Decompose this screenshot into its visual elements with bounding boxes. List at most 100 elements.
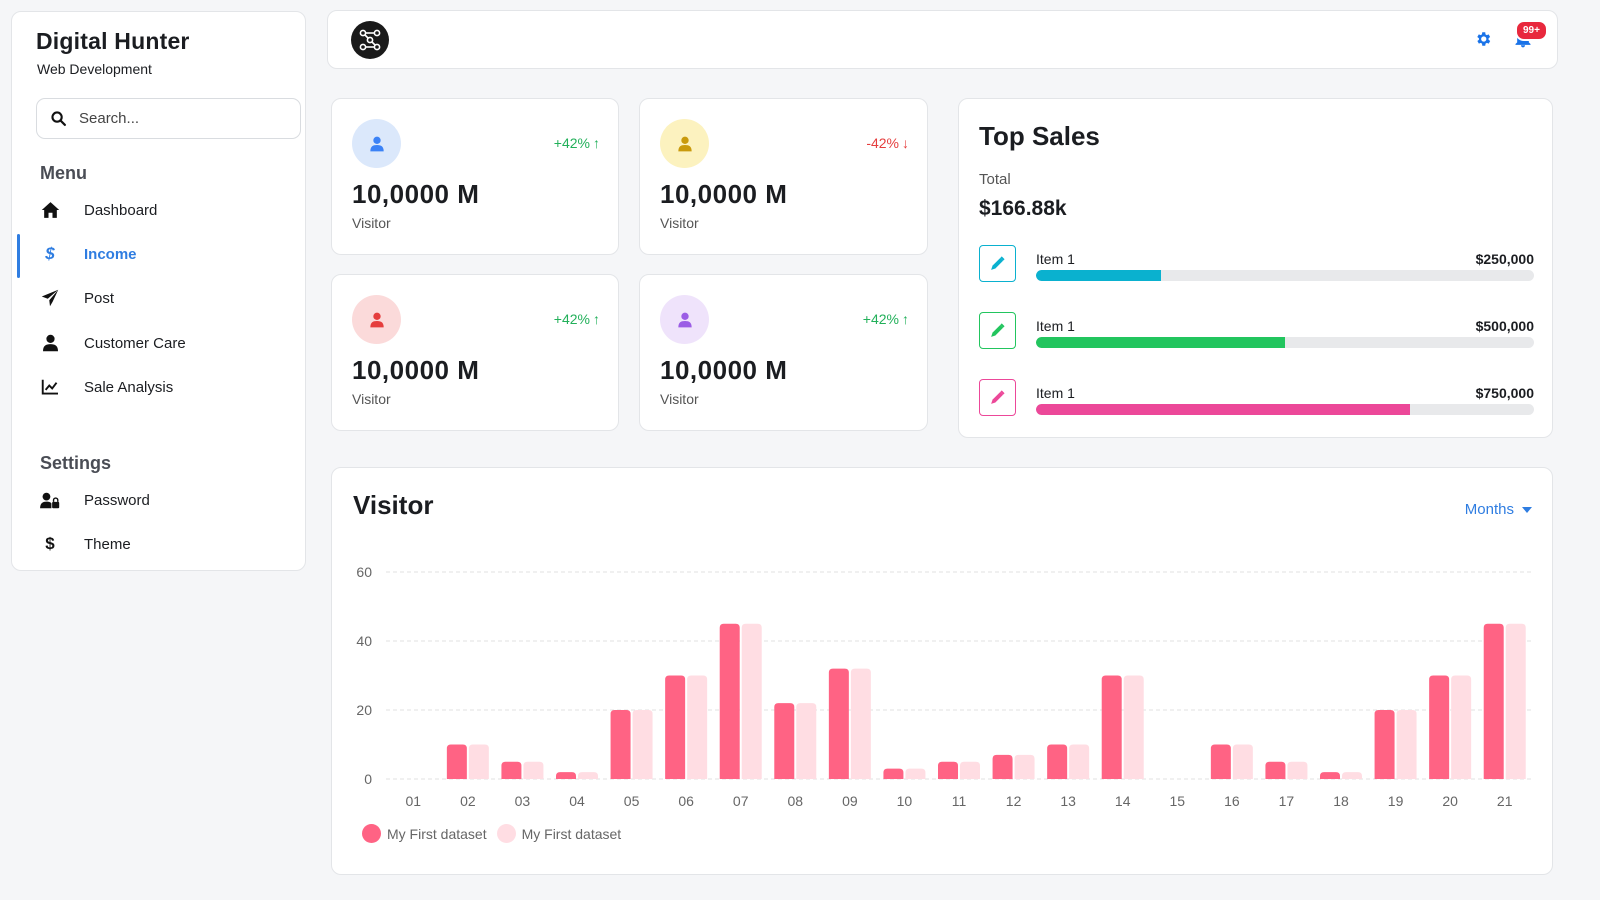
sidebar-item-sale-analysis[interactable]: Sale Analysis — [12, 367, 306, 407]
x-tick-label: 19 — [1388, 793, 1404, 809]
sale-item-row: Item 1 $500,000 — [979, 312, 1534, 352]
sale-item-row: Item 1 $250,000 — [979, 245, 1534, 285]
search-input[interactable] — [79, 110, 279, 127]
sale-item-name: Item 1 — [1036, 318, 1075, 334]
x-tick-label: 21 — [1497, 793, 1513, 809]
gear-icon[interactable] — [1474, 30, 1492, 53]
sidebar-item-customer-care[interactable]: Customer Care — [12, 323, 306, 363]
sale-progress-fill — [1036, 337, 1285, 348]
total-label: Total — [979, 171, 1011, 188]
bar — [610, 710, 631, 779]
legend-item[interactable]: My First dataset — [362, 824, 487, 843]
y-tick-label: 0 — [364, 771, 372, 787]
x-tick-label: 08 — [787, 793, 803, 809]
bar — [1396, 710, 1417, 779]
bar — [1123, 675, 1144, 779]
stat-label: Visitor — [660, 215, 699, 231]
bar — [665, 675, 686, 779]
total-value: $166.88k — [979, 197, 1067, 220]
sale-progress-track — [1036, 270, 1534, 281]
user-avatar-icon — [660, 295, 709, 344]
stat-value: 10,0000 M — [660, 355, 788, 385]
x-tick-label: 18 — [1333, 793, 1349, 809]
user-avatar-icon — [660, 119, 709, 168]
home-icon — [40, 200, 60, 220]
sidebar-item-password[interactable]: Password — [12, 480, 306, 520]
bar — [1232, 744, 1253, 779]
menu-section-title: Menu — [40, 163, 87, 183]
x-tick-label: 04 — [569, 793, 585, 809]
x-tick-label: 12 — [1006, 793, 1022, 809]
user-icon — [40, 333, 60, 353]
dollar-icon: $ — [45, 244, 55, 263]
settings-section-title: Settings — [40, 453, 112, 473]
bar — [1483, 623, 1504, 779]
x-tick-label: 13 — [1060, 793, 1076, 809]
bar — [1374, 710, 1395, 779]
x-tick-label: 07 — [733, 793, 749, 809]
stat-delta: +42% ↑ — [553, 311, 600, 327]
stat-card: +42% ↑ 10,0000 M Visitor — [639, 274, 928, 431]
x-tick-label: 06 — [678, 793, 694, 809]
bar — [741, 623, 762, 779]
sidebar-item-label: Dashboard — [84, 201, 158, 219]
sale-item-row: Item 1 $750,000 — [979, 379, 1534, 419]
legend-label: My First dataset — [521, 825, 622, 842]
sale-item-amount: $750,000 — [1475, 385, 1534, 401]
sale-progress-track — [1036, 404, 1534, 415]
stat-label: Visitor — [660, 391, 699, 407]
sidebar-item-label: Theme — [84, 535, 131, 553]
stat-value: 10,0000 M — [352, 355, 480, 385]
pen-icon — [979, 312, 1016, 349]
x-tick-label: 05 — [624, 793, 640, 809]
bar — [719, 623, 740, 779]
arrow-up-icon: ↑ — [593, 311, 600, 327]
bar — [774, 703, 795, 779]
user-lock-icon — [40, 490, 60, 510]
bar — [1287, 761, 1308, 779]
arrow-down-icon: ↓ — [902, 135, 909, 151]
stat-label: Visitor — [352, 391, 391, 407]
arrow-up-icon: ↑ — [593, 135, 600, 151]
line-chart-icon — [40, 377, 60, 397]
legend-label: My First dataset — [387, 825, 487, 842]
bar — [960, 761, 980, 779]
search-box[interactable] — [36, 98, 301, 139]
user-avatar-icon — [352, 119, 401, 168]
sidebar-item-dashboard[interactable]: Dashboard — [12, 190, 306, 230]
sidebar-item-theme[interactable]: $ Theme — [12, 524, 306, 564]
x-tick-label: 02 — [460, 793, 476, 809]
sidebar-item-income[interactable]: $ Income — [12, 234, 306, 278]
x-tick-label: 14 — [1115, 793, 1131, 809]
sidebar-item-post[interactable]: Post — [12, 278, 306, 318]
paper-plane-icon — [40, 288, 60, 308]
arrow-up-icon: ↑ — [902, 311, 909, 327]
x-tick-label: 17 — [1279, 793, 1295, 809]
bar — [850, 668, 871, 779]
sale-item-amount: $250,000 — [1475, 251, 1534, 267]
user-avatar-icon — [352, 295, 401, 344]
chart-legend: My First dataset My First dataset — [362, 824, 631, 843]
bar — [1210, 744, 1231, 779]
bar — [883, 768, 904, 779]
sale-item-amount: $500,000 — [1475, 318, 1534, 334]
bar — [523, 761, 544, 779]
stat-card: +42% ↑ 10,0000 M Visitor — [331, 274, 619, 431]
x-tick-label: 09 — [842, 793, 858, 809]
sidebar: Digital Hunter Web Development Menu Dash… — [11, 11, 306, 571]
search-icon — [51, 111, 67, 127]
stat-delta: -42% ↓ — [866, 135, 909, 151]
legend-item[interactable]: My First dataset — [496, 824, 622, 843]
bar — [501, 761, 522, 779]
sale-item-name: Item 1 — [1036, 385, 1075, 401]
bar — [687, 675, 708, 779]
bar — [796, 703, 817, 779]
sale-progress-fill — [1036, 270, 1161, 281]
bar — [1429, 675, 1450, 779]
sale-item-name: Item 1 — [1036, 251, 1075, 267]
stat-card: +42% ↑ 10,0000 M Visitor — [331, 98, 619, 255]
network-logo-icon[interactable] — [351, 21, 389, 59]
bar — [1014, 754, 1035, 779]
bar — [938, 761, 958, 779]
bar — [1069, 744, 1090, 779]
